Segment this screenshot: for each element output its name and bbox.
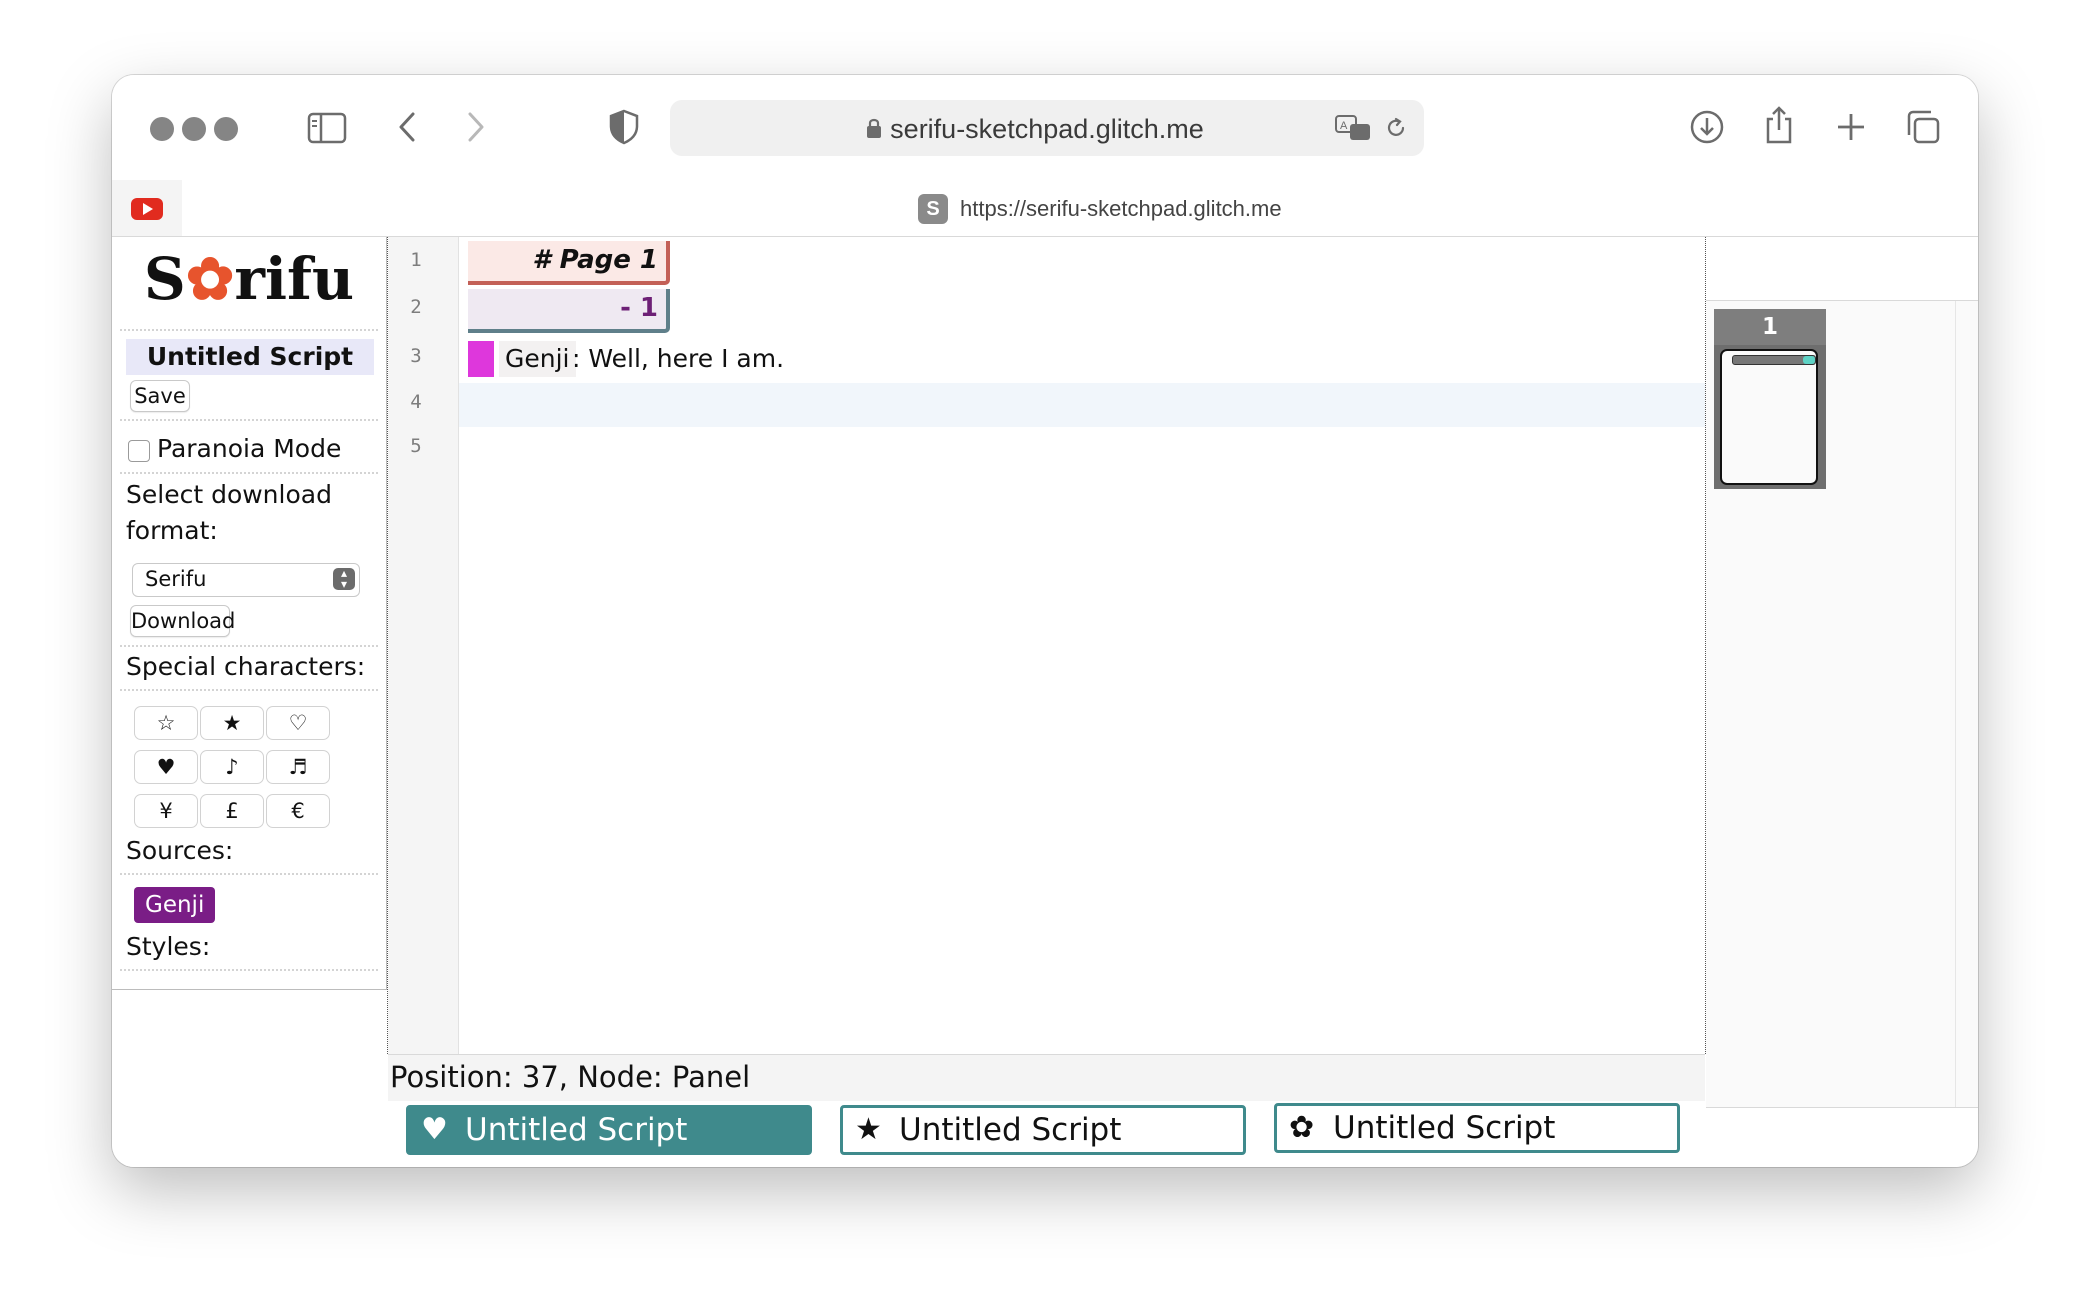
panel-heading-text: - 1 xyxy=(620,293,658,323)
app-sidebar: S✿rifu Untitled Script Save Paranoia Mod… xyxy=(112,237,387,990)
document-tab[interactable]: ✿ Untitled Script xyxy=(1274,1103,1680,1153)
flower-icon: ✿ xyxy=(1289,1110,1315,1145)
line-number-gutter: 1 2 3 4 5 xyxy=(388,237,459,1054)
document-tab[interactable]: ♥ Untitled Script xyxy=(406,1105,812,1155)
divider xyxy=(120,689,378,691)
script-title: Untitled Script xyxy=(126,339,374,375)
tab-title: https://serifu-sketchpad.glitch.me xyxy=(960,196,1282,221)
reload-icon[interactable] xyxy=(1384,116,1408,140)
translate-icon[interactable]: A xyxy=(1334,114,1372,142)
page-heading-block[interactable]: # Page 1 xyxy=(468,241,670,285)
download-format-value: Serifu xyxy=(145,567,207,591)
special-char-button[interactable]: ♥ xyxy=(134,750,198,784)
dialogue-thumbnail-bar xyxy=(1732,355,1816,365)
source-tag-genji[interactable]: Genji xyxy=(134,887,216,923)
status-bar: Position: 37, Node: Panel xyxy=(388,1054,1705,1101)
privacy-shield-icon[interactable] xyxy=(608,109,640,145)
special-char-button[interactable]: ¥ xyxy=(134,794,198,828)
close-window-button[interactable] xyxy=(150,117,174,141)
divider xyxy=(120,969,378,971)
panel-thumbnail xyxy=(1720,349,1818,485)
divider xyxy=(120,873,378,875)
web-page: S✿rifu Untitled Script Save Paranoia Mod… xyxy=(112,237,1978,1167)
heart-icon: ♥ xyxy=(421,1112,448,1147)
download-format-select[interactable]: Serifu ▴ ▾ xyxy=(132,563,360,597)
line-number: 1 xyxy=(410,249,422,271)
special-char-button[interactable]: ★ xyxy=(200,706,264,740)
browser-tab-strip: S https://serifu-sketchpad.glitch.me xyxy=(112,180,1978,237)
page-heading-text: # Page 1 xyxy=(532,245,658,275)
special-char-button[interactable]: ♪ xyxy=(200,750,264,784)
document-tab-label: Untitled Script xyxy=(899,1112,1122,1148)
panel-heading-block[interactable]: - 1 xyxy=(468,289,670,333)
styles-label: Styles: xyxy=(126,932,211,961)
page-preview-panel: 1 xyxy=(1706,300,1978,1108)
line-number: 5 xyxy=(410,435,422,457)
divider xyxy=(120,329,378,331)
svg-text:A: A xyxy=(1340,120,1348,132)
document-tab-label: Untitled Script xyxy=(1333,1110,1556,1146)
active-browser-tab[interactable]: S https://serifu-sketchpad.glitch.me xyxy=(182,180,1978,236)
minimize-window-button[interactable] xyxy=(182,117,206,141)
site-favicon: S xyxy=(918,194,948,224)
new-tab-icon[interactable] xyxy=(1836,112,1866,142)
serifu-logo: S✿rifu xyxy=(143,245,355,313)
speaker-name: Genji xyxy=(499,341,576,377)
line-number: 4 xyxy=(410,391,422,413)
line-number: 2 xyxy=(410,296,422,318)
sources-label: Sources: xyxy=(126,836,234,865)
status-text: Position: 37, Node: Panel xyxy=(390,1060,751,1094)
speaker-color-marker xyxy=(468,341,494,377)
special-char-button[interactable]: £ xyxy=(200,794,264,828)
tab-overview-icon[interactable] xyxy=(1905,109,1941,145)
divider xyxy=(120,472,378,474)
dialogue-text: : Well, here I am. xyxy=(572,344,785,373)
script-editor[interactable]: 1 2 3 4 5 # Page 1 - 1 Genji : Well, her… xyxy=(387,237,1706,1155)
url-text: serifu-sketchpad.glitch.me xyxy=(890,114,1204,144)
address-bar[interactable]: serifu-sketchpad.glitch.me A xyxy=(670,100,1424,156)
star-icon: ★ xyxy=(855,1112,882,1147)
special-characters-label: Special characters: xyxy=(126,652,366,681)
paranoia-mode-checkbox[interactable] xyxy=(128,440,150,462)
zoom-window-button[interactable] xyxy=(214,117,238,141)
browser-window: serifu-sketchpad.glitch.me A S https://s… xyxy=(112,75,1978,1167)
forward-arrow-icon[interactable] xyxy=(464,110,488,144)
divider xyxy=(120,419,378,421)
scrollbar[interactable] xyxy=(1955,301,1956,1107)
line-number: 3 xyxy=(410,345,422,367)
special-char-button[interactable]: € xyxy=(266,794,330,828)
download-format-label: Select download format: xyxy=(126,480,332,545)
share-icon[interactable] xyxy=(1763,105,1795,145)
downloads-icon[interactable] xyxy=(1689,109,1725,145)
back-arrow-icon[interactable] xyxy=(395,110,419,144)
document-tab-label: Untitled Script xyxy=(465,1112,688,1148)
download-button[interactable]: Download xyxy=(130,605,235,637)
sidebar-toggle-icon[interactable] xyxy=(307,112,347,144)
special-char-button[interactable]: ☆ xyxy=(134,706,198,740)
preview-page-number: 1 xyxy=(1714,309,1826,345)
divider xyxy=(120,645,378,647)
paranoia-mode-label: Paranoia Mode xyxy=(157,434,342,463)
pinned-tab-youtube[interactable] xyxy=(112,180,183,236)
special-char-button[interactable]: ♡ xyxy=(266,706,330,740)
chevron-updown-icon: ▴ ▾ xyxy=(333,567,355,590)
active-line-highlight xyxy=(459,383,1705,427)
browser-toolbar: serifu-sketchpad.glitch.me A xyxy=(112,75,1978,180)
youtube-icon xyxy=(131,198,163,220)
save-button[interactable]: Save xyxy=(130,380,190,412)
page-thumbnail[interactable] xyxy=(1714,345,1826,489)
document-tab[interactable]: ★ Untitled Script xyxy=(840,1105,1246,1155)
special-char-button[interactable]: ♬ xyxy=(266,750,330,784)
